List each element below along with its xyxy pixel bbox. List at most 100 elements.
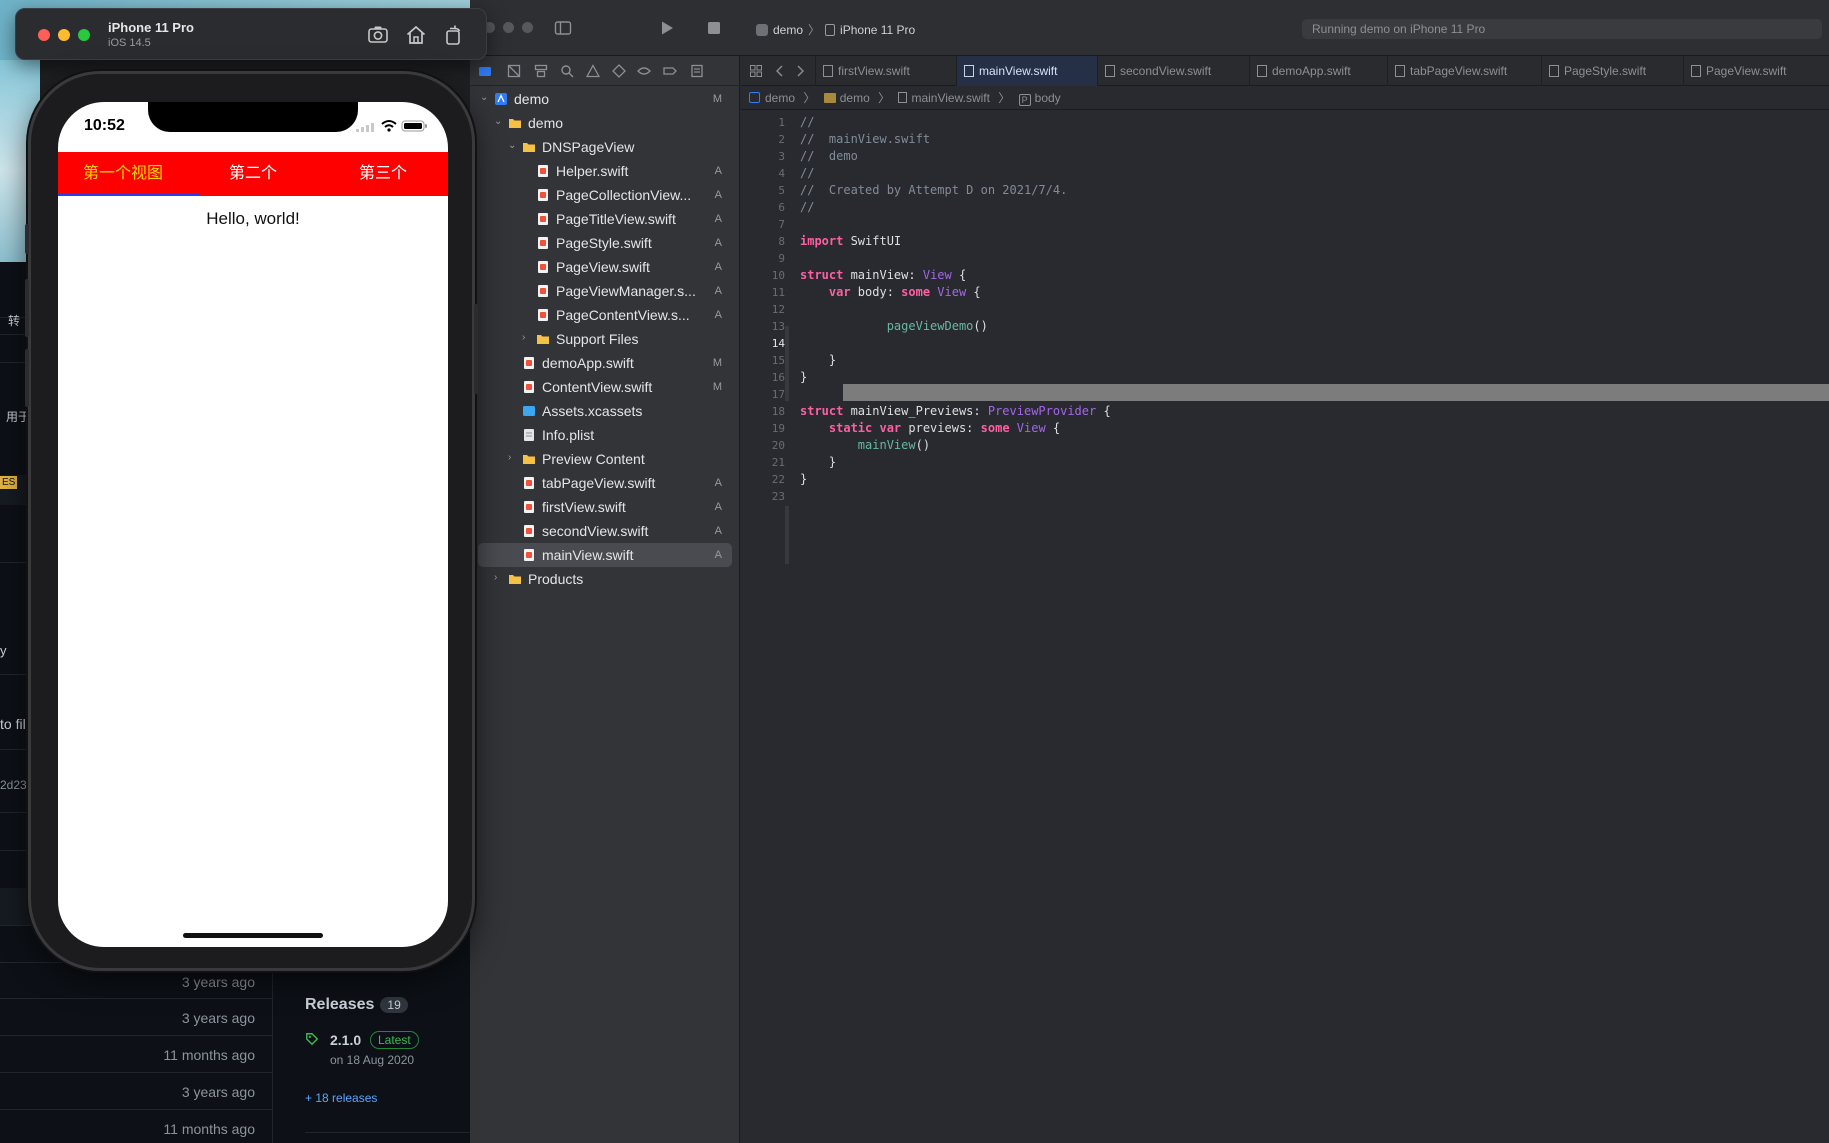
scheme-selector[interactable]: demo 〉 iPhone 11 Pro bbox=[756, 21, 915, 38]
code-line: } bbox=[800, 353, 837, 367]
line-number: 23 bbox=[771, 490, 785, 503]
latest-badge: Latest bbox=[370, 1031, 419, 1049]
stop-icon[interactable] bbox=[705, 19, 723, 37]
find-navigator-icon[interactable] bbox=[560, 64, 574, 78]
tree-item-file[interactable]: firstView.swift A bbox=[478, 495, 732, 519]
code-line: struct mainView: View { bbox=[800, 268, 966, 282]
code-line: struct mainView_Previews: PreviewProvide… bbox=[800, 404, 1111, 418]
tree-item-file-selected[interactable]: mainView.swift A bbox=[478, 543, 732, 567]
tree-item-file[interactable]: PageView.swift A bbox=[478, 255, 732, 279]
tree-item-file[interactable]: tabPageView.swift A bbox=[478, 471, 732, 495]
editor-tab-active[interactable]: mainView.swift bbox=[956, 56, 1097, 86]
screenshot-icon[interactable] bbox=[366, 23, 390, 47]
project-navigator: ⌄ demo M ⌄ demo ⌄ DNSPageView Helper.swi… bbox=[470, 56, 740, 1143]
plist-file-icon bbox=[524, 429, 534, 441]
swift-file-icon bbox=[524, 549, 534, 561]
symbol-navigator-icon[interactable] bbox=[534, 64, 548, 78]
status-bar-icons bbox=[356, 120, 427, 132]
jump-bar-item[interactable]: demo bbox=[840, 91, 870, 105]
debug-navigator-icon[interactable] bbox=[637, 64, 651, 78]
folder-navigator-icon[interactable] bbox=[478, 64, 492, 78]
zoom-button[interactable] bbox=[78, 29, 90, 41]
jump-bar-item[interactable]: mainView.swift bbox=[911, 91, 989, 105]
editor-tab[interactable]: tabPageView.swift bbox=[1387, 56, 1541, 86]
code-area[interactable]: 1 2 3 4 5 6 7 8 9 10 11 12 13 14 15 16 1… bbox=[741, 110, 1829, 1143]
tree-item-group-support-files[interactable]: › Support Files bbox=[478, 327, 732, 351]
tree-item-file[interactable]: secondView.swift A bbox=[478, 519, 732, 543]
chevron-down-icon[interactable]: ⌄ bbox=[480, 93, 490, 103]
back-arrow-icon[interactable] bbox=[773, 64, 787, 78]
battery-icon bbox=[401, 120, 427, 132]
page-tab-second[interactable]: 第二个 bbox=[188, 152, 318, 196]
editor-tab[interactable]: firstView.swift bbox=[815, 56, 956, 86]
chevron-down-icon[interactable]: ⌄ bbox=[508, 141, 518, 151]
tree-item-file[interactable]: PageCollectionView... A bbox=[478, 183, 732, 207]
chevron-right-icon[interactable]: › bbox=[494, 573, 504, 583]
chevron-right-icon: 〉 bbox=[878, 91, 891, 105]
folder-icon bbox=[537, 335, 549, 344]
volume-up-button[interactable] bbox=[25, 279, 29, 337]
page-tab-third[interactable]: 第三个 bbox=[318, 152, 448, 196]
tree-item-file[interactable]: PageViewManager.s... A bbox=[478, 279, 732, 303]
line-number: 3 bbox=[778, 150, 785, 163]
code-text: () bbox=[973, 319, 988, 333]
editor-tab-label: PageStyle.swift bbox=[1564, 64, 1647, 78]
tree-item-project-demo[interactable]: ⌄ demo M bbox=[478, 87, 732, 111]
navigator-selector-bar bbox=[470, 56, 740, 86]
jump-bar-item[interactable]: body bbox=[1035, 91, 1061, 105]
test-navigator-icon[interactable] bbox=[612, 64, 626, 78]
tree-item-group-preview-content[interactable]: › Preview Content bbox=[478, 447, 732, 471]
commit-time: 3 years ago bbox=[181, 1010, 255, 1026]
tree-item-file[interactable]: PageContentView.s... A bbox=[478, 303, 732, 327]
tree-item-file[interactable]: PageTitleView.swift A bbox=[478, 207, 732, 231]
editor-tab[interactable]: PageView.swift bbox=[1683, 56, 1829, 86]
issue-navigator-icon[interactable] bbox=[586, 64, 600, 78]
line-number: 20 bbox=[771, 439, 785, 452]
minimize-button[interactable] bbox=[58, 29, 70, 41]
more-releases-link[interactable]: + 18 releases bbox=[305, 1091, 377, 1105]
editor-tab[interactable]: PageStyle.swift bbox=[1541, 56, 1683, 86]
project-icon bbox=[749, 92, 760, 103]
release-version-link[interactable]: 2.1.0 bbox=[330, 1032, 361, 1048]
jump-bar-item[interactable]: demo bbox=[765, 91, 795, 105]
home-indicator[interactable] bbox=[183, 933, 323, 938]
tree-item-group-demo[interactable]: ⌄ demo bbox=[478, 111, 732, 135]
tree-item-file[interactable]: demoApp.swift M bbox=[478, 351, 732, 375]
related-items-icon[interactable] bbox=[749, 64, 763, 78]
volume-down-button[interactable] bbox=[25, 349, 29, 407]
tree-item-group-products[interactable]: › Products bbox=[478, 567, 732, 591]
report-navigator-icon[interactable] bbox=[690, 64, 704, 78]
rotate-icon[interactable] bbox=[441, 23, 465, 47]
line-number: 7 bbox=[778, 218, 785, 231]
tree-item-file[interactable]: Helper.swift A bbox=[478, 159, 732, 183]
home-icon[interactable] bbox=[404, 23, 428, 47]
chevron-down-icon[interactable]: ⌄ bbox=[494, 117, 504, 127]
chevron-right-icon[interactable]: › bbox=[522, 333, 532, 343]
page-title-bar: 第一个视图 第二个 第三个 bbox=[58, 152, 448, 196]
run-icon[interactable] bbox=[658, 19, 676, 37]
side-button[interactable] bbox=[474, 304, 478, 394]
swift-file-icon bbox=[964, 65, 974, 77]
breakpoint-navigator-icon[interactable] bbox=[663, 64, 677, 78]
commit-time: 3 years ago bbox=[181, 974, 255, 990]
tree-item-group-dnspageview[interactable]: ⌄ DNSPageView bbox=[478, 135, 732, 159]
release-date: on 18 Aug 2020 bbox=[330, 1053, 415, 1067]
tree-item-file[interactable]: PageStyle.swift A bbox=[478, 231, 732, 255]
window-minimize-button[interactable] bbox=[503, 22, 514, 33]
jump-bar[interactable]: demo 〉 demo 〉 mainView.swift 〉 Pbody bbox=[741, 86, 1829, 110]
tree-item-assets[interactable]: Assets.xcassets bbox=[478, 399, 732, 423]
close-button[interactable] bbox=[38, 29, 50, 41]
page-tab-first[interactable]: 第一个视图 bbox=[58, 152, 188, 196]
mute-switch[interactable] bbox=[25, 224, 29, 254]
device-screen[interactable]: 10:52 第一个视图 第二个 第三个 Hello, world! bbox=[58, 102, 448, 947]
editor-tab[interactable]: secondView.swift bbox=[1097, 56, 1249, 86]
window-zoom-button[interactable] bbox=[522, 22, 533, 33]
source-control-icon[interactable] bbox=[507, 64, 521, 78]
releases-heading[interactable]: Releases 19 bbox=[305, 996, 408, 1014]
editor-tab[interactable]: demoApp.swift bbox=[1249, 56, 1387, 86]
tree-item-file[interactable]: ContentView.swift M bbox=[478, 375, 732, 399]
tree-item-plist[interactable]: Info.plist bbox=[478, 423, 732, 447]
sidebar-toggle-icon[interactable] bbox=[554, 19, 572, 37]
forward-arrow-icon[interactable] bbox=[793, 64, 807, 78]
chevron-right-icon[interactable]: › bbox=[508, 453, 518, 463]
